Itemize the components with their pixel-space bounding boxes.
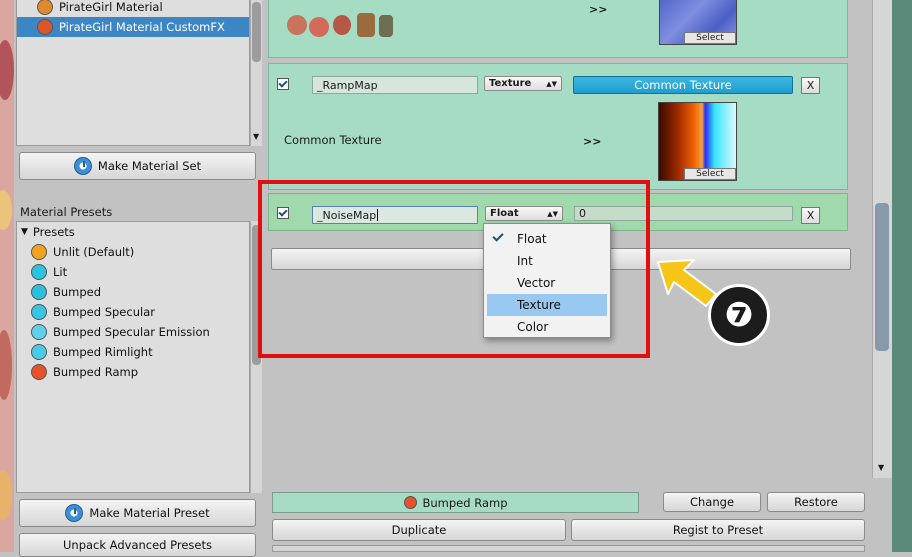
make-material-set-button[interactable]: Make Material Set: [19, 152, 256, 180]
preset-item[interactable]: Bumped Specular: [17, 302, 249, 322]
preset-label: Bumped Specular Emission: [53, 325, 210, 339]
sphere-icon: [31, 284, 47, 300]
select-texture-button[interactable]: Select: [684, 32, 736, 44]
regist-to-preset-button[interactable]: Regist to Preset: [571, 519, 865, 541]
ramp-texture-preview[interactable]: Select: [658, 102, 737, 181]
ramp-name-field[interactable]: _RampMap: [312, 76, 478, 94]
scroll-thumb[interactable]: [875, 203, 889, 351]
preset-item[interactable]: Bumped: [17, 282, 249, 302]
tree-group-presets[interactable]: ▼ Presets: [17, 222, 249, 242]
make-material-preset-button[interactable]: Make Material Preset: [19, 499, 256, 527]
button-label: Make Material Preset: [89, 506, 210, 520]
preset-label: Bumped: [53, 285, 102, 299]
preset-item[interactable]: Lit: [17, 262, 249, 282]
sphere-icon: [403, 496, 417, 509]
arrow-label: >>: [583, 135, 602, 148]
button-label: Make Material Set: [97, 159, 202, 173]
common-texture-label: Common Texture: [284, 133, 382, 147]
scene-view-edge: [0, 0, 14, 552]
material-icon: [37, 19, 53, 35]
texture-property-block: >> Select: [268, 0, 848, 58]
preset-label: Bumped Ramp: [53, 365, 138, 379]
duplicate-button[interactable]: Duplicate: [272, 519, 566, 541]
list-item-label: PirateGirl Material CustomFX: [59, 20, 225, 34]
current-preset-label: Bumped Ramp: [422, 495, 508, 510]
preset-label: Lit: [53, 265, 68, 279]
noise-remove-button[interactable]: X: [801, 207, 820, 224]
restore-button[interactable]: Restore: [767, 492, 865, 512]
texture-thumbnail-strip: [287, 0, 397, 43]
clock-icon: [65, 504, 84, 522]
dropdown-value: Texture: [489, 78, 532, 89]
arrow-label: >>: [589, 3, 608, 16]
list-item[interactable]: PirateGirl Material: [17, 0, 249, 17]
ramp-type-dropdown[interactable]: Texture ▲▼: [484, 76, 562, 91]
preset-item[interactable]: Bumped Specular Emission: [17, 322, 249, 342]
unpack-advanced-presets-button[interactable]: Unpack Advanced Presets: [19, 533, 256, 557]
highlight-frame: [258, 180, 650, 358]
normal-map-preview[interactable]: Select: [659, 0, 737, 45]
preset-item[interactable]: Bumped Ramp: [17, 362, 249, 382]
ramp-map-property: _RampMap Texture ▲▼ Common Texture X Com…: [268, 63, 848, 190]
preset-label: Unlit (Default): [53, 245, 135, 259]
list-item-selected[interactable]: PirateGirl Material CustomFX: [17, 17, 249, 37]
sphere-icon: [31, 244, 47, 260]
material-manager-panel: PirateGirl Material PirateGirl Material …: [14, 0, 262, 557]
sphere-icon: [31, 264, 47, 280]
select-texture-button[interactable]: Select: [684, 168, 736, 180]
common-texture-button[interactable]: Common Texture: [573, 76, 793, 94]
scroll-down-icon[interactable]: ▼: [253, 132, 259, 141]
sphere-icon: [31, 304, 47, 320]
preset-label: Bumped Specular: [53, 305, 155, 319]
preset-label: Bumped Rimlight: [53, 345, 153, 359]
ramp-enable-checkbox[interactable]: [277, 78, 289, 90]
inspector-scrollbar[interactable]: ▼: [872, 0, 892, 478]
sphere-icon: [31, 364, 47, 380]
tree-group-label: Presets: [32, 225, 75, 239]
button-label: Unpack Advanced Presets: [62, 538, 212, 552]
list-item-label: PirateGirl Material: [59, 0, 163, 14]
step-number-badge: ❼: [708, 284, 770, 346]
change-button[interactable]: Change: [663, 492, 761, 512]
chevron-down-icon[interactable]: ▼: [21, 227, 28, 237]
current-preset-field[interactable]: Bumped Ramp: [272, 492, 639, 513]
scene-view-right-edge: [892, 0, 912, 552]
preset-item[interactable]: Bumped Rimlight: [17, 342, 249, 362]
presets-heading: Material Presets: [20, 205, 113, 219]
sphere-icon: [31, 344, 47, 360]
scroll-thumb[interactable]: [252, 2, 261, 62]
material-icon: [37, 0, 53, 15]
bottom-bar-edge: [272, 545, 865, 552]
clock-icon: [73, 157, 92, 175]
dropdown-arrow-icon: ▲▼: [546, 79, 557, 88]
sphere-icon: [31, 324, 47, 340]
presets-tree: ▼ Presets Unlit (Default) Lit Bumped Bum…: [16, 221, 250, 493]
scroll-down-icon[interactable]: ▼: [878, 463, 884, 472]
material-list-scrollbar[interactable]: ▼: [250, 0, 262, 146]
material-list: PirateGirl Material PirateGirl Material …: [16, 0, 250, 146]
preset-item[interactable]: Unlit (Default): [17, 242, 249, 262]
ramp-remove-button[interactable]: X: [801, 77, 820, 94]
